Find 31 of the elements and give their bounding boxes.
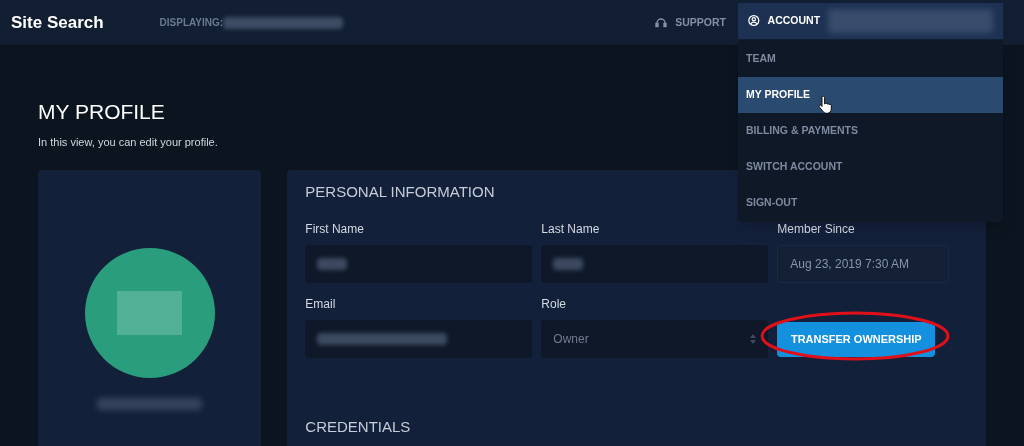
menu-item[interactable]: SIGN-OUT — [738, 185, 1003, 221]
input-field[interactable] — [541, 245, 769, 283]
displaying-label: DISPLAYING: — [159, 16, 224, 30]
menu-item[interactable]: TEAM — [738, 41, 1003, 77]
menu-item[interactable]: BILLING & PAYMENTS — [738, 113, 1003, 149]
field-label: First Name — [305, 222, 365, 236]
menu-item[interactable]: MY PROFILE — [738, 77, 1003, 113]
support-link[interactable]: SUPPORT — [655, 14, 726, 31]
headset-icon — [655, 16, 668, 29]
transfer-ownership-button[interactable]: TRANSFER OWNERSHIP — [777, 321, 936, 357]
field-label: Member Since — [777, 222, 856, 236]
page-title: MY PROFILE — [38, 100, 165, 124]
input-field[interactable] — [305, 320, 533, 358]
redacted-text — [553, 258, 584, 270]
role-select[interactable]: Owner — [541, 320, 769, 358]
section-heading: CREDENTIALS — [305, 417, 411, 437]
photo-placeholder — [117, 290, 183, 335]
section-heading: PERSONAL INFORMATION — [305, 181, 495, 202]
input-field[interactable] — [305, 245, 533, 283]
field-label: Last Name — [541, 222, 601, 236]
field-label: Email — [305, 297, 337, 311]
sort-arrows-icon — [750, 334, 757, 344]
user-circle-icon — [748, 14, 760, 27]
input-field[interactable]: Aug 23, 2019 7:30 AM — [777, 245, 950, 283]
field-label: Role — [541, 297, 567, 311]
menu-item[interactable]: SWITCH ACCOUNT — [738, 149, 1003, 185]
redacted-text — [317, 258, 348, 270]
app-title: Site Search — [11, 11, 104, 34]
account-button[interactable]: ACCOUNT — [738, 2, 1003, 39]
hand-cursor-icon — [818, 96, 832, 114]
page-subtitle: In this view, you can edit your profile. — [38, 135, 219, 150]
